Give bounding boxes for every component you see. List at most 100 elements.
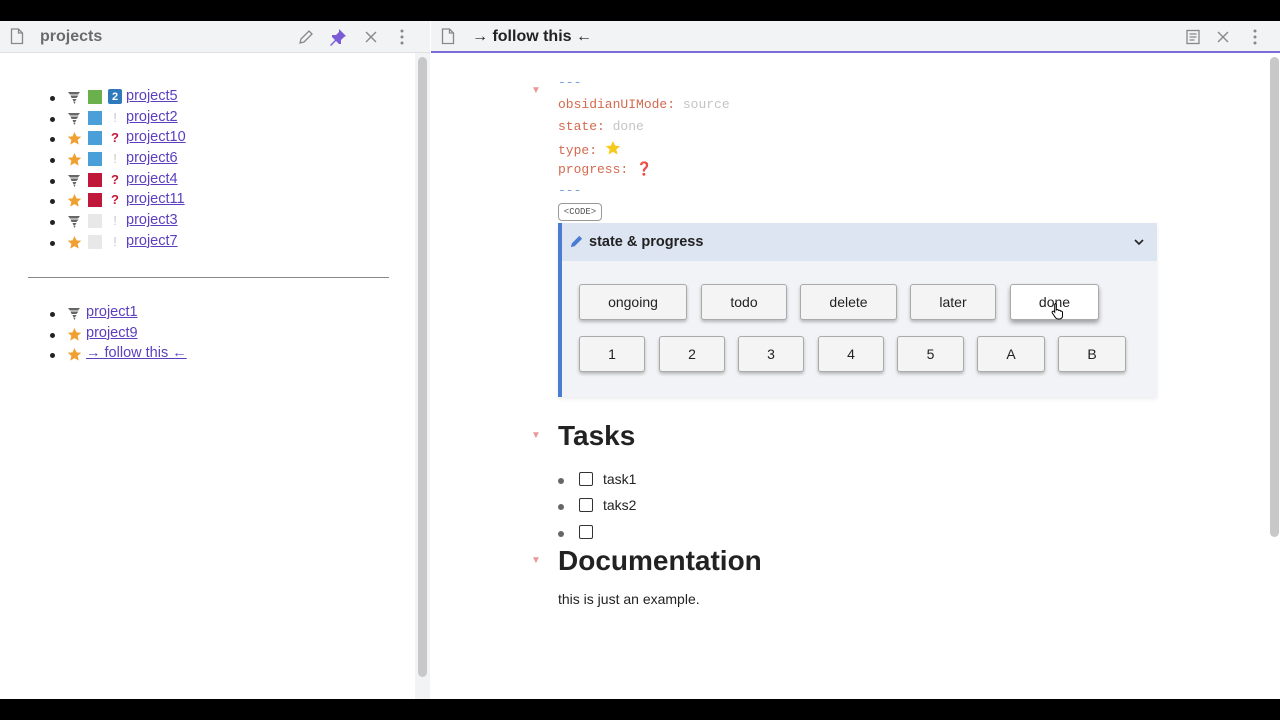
number-badge: 2 — [108, 89, 122, 104]
hand-cursor-icon — [1051, 302, 1065, 325]
question-mark-icon: ? — [111, 130, 119, 146]
progress-button-2[interactable]: 2 — [659, 336, 725, 372]
horizontal-divider — [28, 277, 389, 278]
exclamation-icon: ! — [113, 233, 117, 249]
blue-square-icon — [88, 110, 102, 125]
project-link[interactable]: → follow this ← — [86, 345, 187, 361]
note-title: → follow this ← — [472, 28, 592, 45]
frontmatter-key: type: — [558, 143, 598, 158]
frontmatter-line-progress: progress: ❓ — [558, 162, 652, 177]
project-link[interactable]: project2 — [126, 109, 178, 125]
close-icon[interactable] — [1213, 27, 1233, 47]
heading-tasks: Tasks — [558, 420, 636, 451]
frontmatter-value: source — [682, 97, 730, 112]
bullet-icon — [558, 478, 564, 484]
document-icon — [10, 28, 24, 50]
edit-pencil-icon[interactable] — [296, 27, 316, 47]
fold-arrow-icon[interactable]: ▼ — [531, 85, 541, 96]
progress-button-4[interactable]: 4 — [818, 336, 884, 372]
right-pane: → follow this ← ▼ --- obsidianUIMode: so… — [431, 21, 1280, 699]
exclamation-icon: ! — [113, 213, 117, 229]
chevron-down-icon[interactable] — [1133, 235, 1145, 253]
task-checkbox[interactable] — [579, 472, 593, 486]
progress-button-5[interactable]: 5 — [897, 336, 964, 372]
task-item: taks2 — [558, 494, 758, 514]
project-link[interactable]: project10 — [126, 129, 186, 145]
star-icon — [67, 152, 82, 171]
tornado-icon — [67, 173, 81, 191]
state-button-todo[interactable]: todo — [701, 284, 787, 320]
code-block-toggle[interactable]: <CODE> — [558, 203, 602, 221]
question-mark-icon: ❓ — [636, 162, 653, 177]
left-scrollbar[interactable] — [418, 57, 427, 677]
frontmatter-line-state: state: done — [558, 119, 644, 134]
tornado-icon — [67, 306, 81, 324]
more-options-icon[interactable] — [392, 27, 412, 47]
tornado-icon — [67, 111, 81, 129]
question-mark-icon: ? — [111, 192, 119, 208]
close-icon[interactable] — [361, 27, 381, 47]
callout-header[interactable]: state & progress — [562, 223, 1157, 261]
left-pane-title: projects — [40, 28, 103, 45]
more-options-icon[interactable] — [1245, 27, 1265, 47]
project-link[interactable]: project6 — [126, 150, 178, 166]
task-item: task1 — [558, 468, 758, 488]
paragraph: this is just an example. — [558, 591, 700, 607]
progress-button-3[interactable]: 3 — [738, 336, 804, 372]
project-link[interactable]: project7 — [126, 233, 178, 249]
callout-state-progress: state & progress ongoing todo delete lat… — [558, 223, 1157, 397]
tornado-icon — [67, 90, 81, 108]
star-icon — [67, 235, 82, 254]
blue-square-icon — [88, 152, 102, 167]
frontmatter-line-ui-mode: obsidianUIMode: source — [558, 97, 730, 112]
progress-button-b[interactable]: B — [1058, 336, 1126, 372]
project-link[interactable]: project1 — [86, 304, 138, 320]
frontmatter-open: --- — [558, 75, 582, 90]
document-icon — [441, 28, 455, 50]
frontmatter-close: --- — [558, 183, 582, 198]
heading-documentation: Documentation — [558, 545, 762, 576]
project-link[interactable]: project11 — [126, 191, 185, 207]
state-button-delete[interactable]: delete — [800, 284, 897, 320]
right-pane-header: → follow this ← — [431, 21, 1280, 53]
task-text: task1 — [603, 471, 637, 487]
star-icon — [67, 327, 82, 346]
progress-button-1[interactable]: 1 — [579, 336, 645, 372]
state-button-later[interactable]: later — [910, 284, 996, 320]
reading-view-icon[interactable] — [1183, 27, 1203, 47]
callout-title: state & progress — [589, 234, 704, 250]
star-icon — [67, 193, 82, 212]
task-checkbox[interactable] — [579, 498, 593, 512]
red-square-icon — [88, 172, 102, 187]
gray-square-icon — [88, 234, 102, 249]
fold-arrow-icon[interactable]: ▼ — [531, 555, 541, 566]
progress-button-a[interactable]: A — [977, 336, 1045, 372]
bullet-icon — [558, 531, 564, 537]
frontmatter-key: state: — [558, 119, 605, 134]
left-pane: projects 2 project5 ! project2 ? project… — [0, 21, 430, 699]
star-icon — [67, 347, 82, 366]
project-link[interactable]: project4 — [126, 171, 178, 187]
fold-arrow-icon[interactable]: ▼ — [531, 430, 541, 441]
task-checkbox[interactable] — [579, 525, 593, 539]
right-scrollbar[interactable] — [1270, 57, 1279, 537]
frontmatter-line-type: type: — [558, 140, 621, 160]
star-icon — [67, 131, 82, 150]
frontmatter-key: progress: — [558, 162, 629, 177]
pin-icon[interactable] — [328, 27, 348, 47]
red-square-icon — [88, 193, 102, 208]
project-link[interactable]: project5 — [126, 88, 178, 104]
state-button-ongoing[interactable]: ongoing — [579, 284, 687, 320]
pencil-icon — [569, 234, 584, 254]
project-link[interactable]: project9 — [86, 325, 138, 341]
blue-square-icon — [88, 131, 102, 146]
left-pane-header: projects — [0, 21, 430, 53]
project-link[interactable]: project3 — [126, 212, 178, 228]
frontmatter-key: obsidianUIMode: — [558, 97, 676, 112]
frontmatter-value: done — [612, 119, 644, 134]
gray-square-icon — [88, 214, 102, 229]
tornado-icon — [67, 214, 81, 232]
task-item — [558, 521, 758, 541]
exclamation-icon: ! — [113, 151, 117, 167]
bullet-icon — [558, 504, 564, 510]
